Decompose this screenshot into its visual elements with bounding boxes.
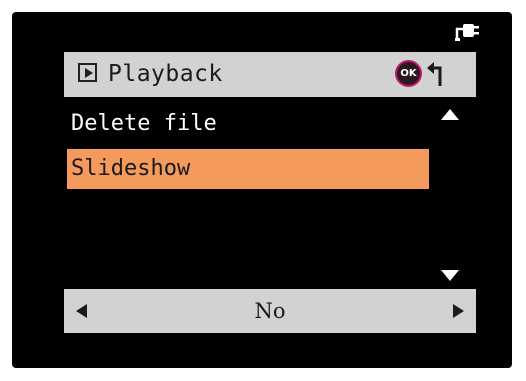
right-arrow-icon[interactable] [453,304,464,318]
menu-item-delete-file[interactable]: Delete file [67,104,427,144]
scroll-up-arrow-icon[interactable] [441,109,459,120]
back-arrow-icon[interactable] [426,60,450,88]
power-plug-icon [455,24,479,41]
menu-title: Playback [108,61,223,87]
camera-screen: Playback OK Delete file Slideshow No [12,12,512,368]
playback-icon [78,63,97,82]
ok-button[interactable]: OK [395,60,422,87]
value-selector[interactable]: No [64,289,476,333]
menu-header: Playback OK [64,52,476,97]
selected-value: No [254,299,286,323]
scroll-down-arrow-icon[interactable] [441,270,459,281]
menu-item-slideshow[interactable]: Slideshow [67,149,429,189]
